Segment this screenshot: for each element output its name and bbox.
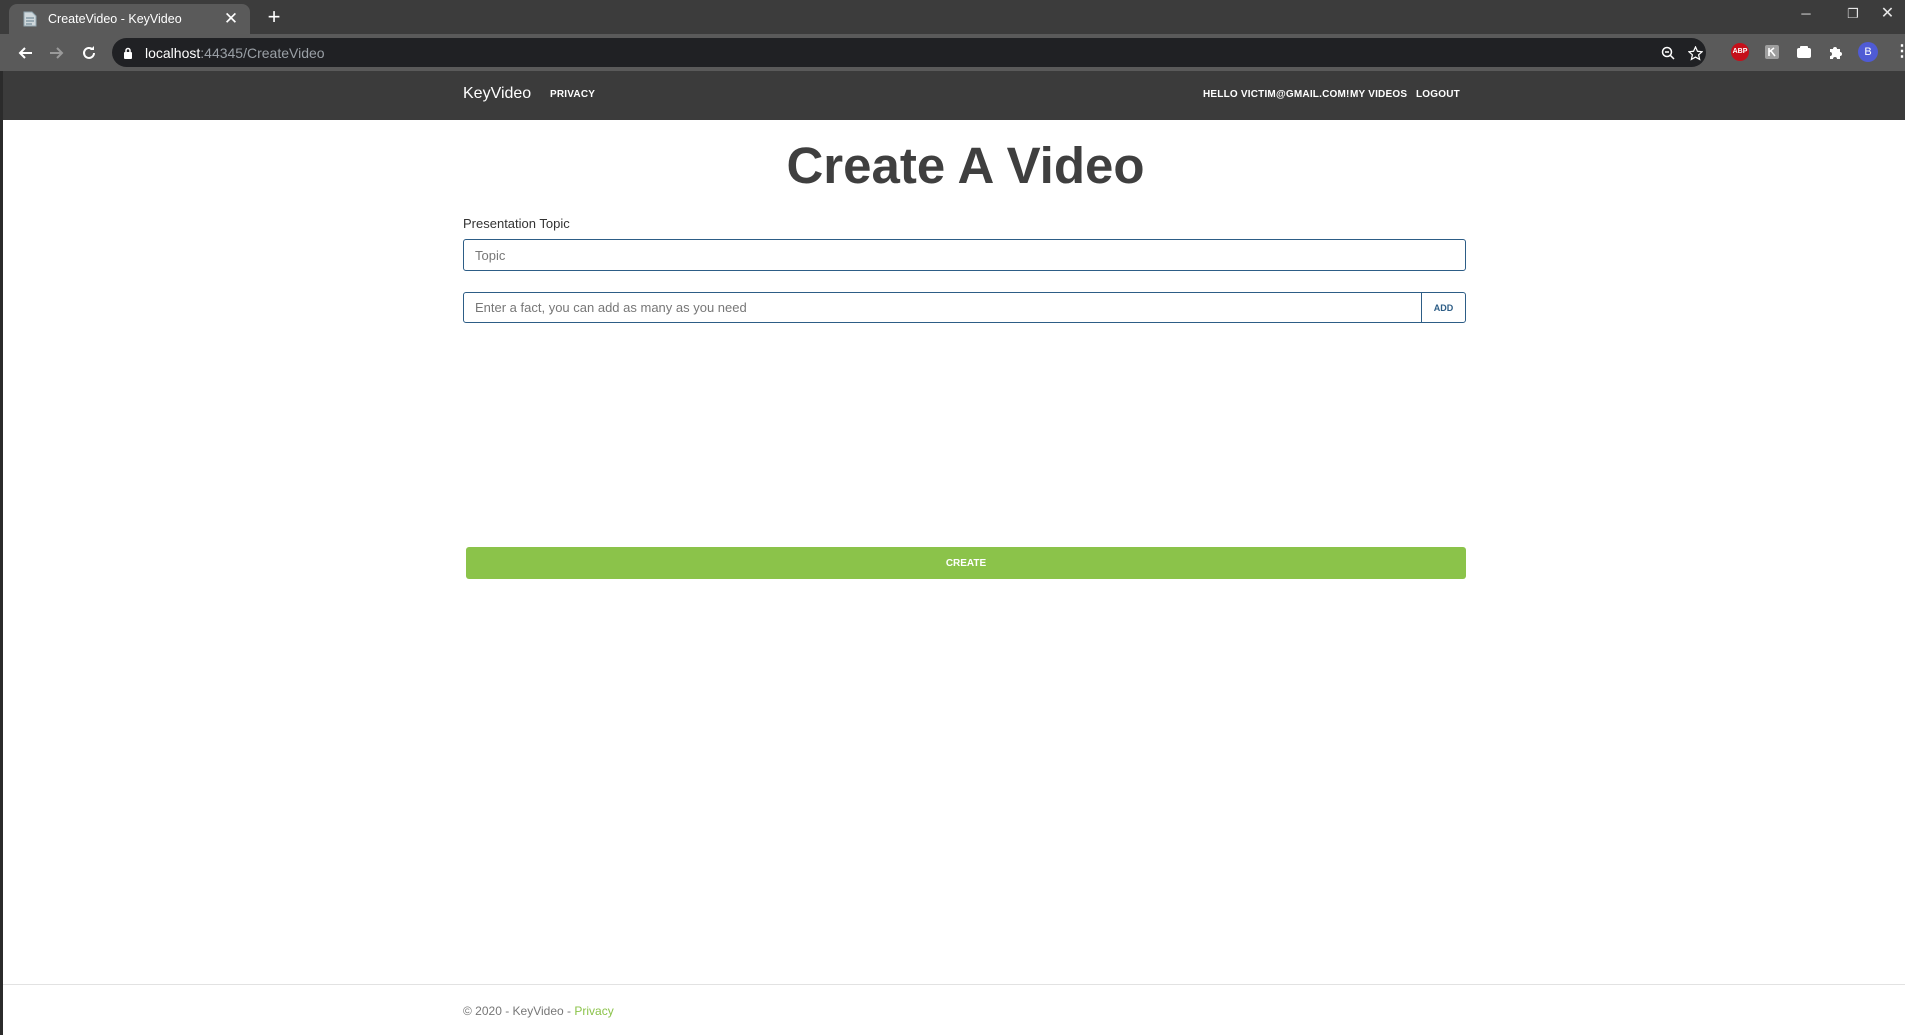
brand-logo[interactable]: KeyVideo — [463, 85, 531, 103]
back-icon[interactable] — [12, 40, 38, 66]
topic-input[interactable]: Topic — [463, 239, 1466, 271]
adblock-extension-icon[interactable]: ABP — [1731, 43, 1749, 61]
window-close-icon[interactable]: ✕ — [1870, 0, 1905, 30]
tab-title: CreateVideo - KeyVideo — [48, 12, 182, 26]
page-title: Create A Video — [786, 137, 1145, 194]
forward-icon[interactable] — [44, 40, 70, 66]
footer-copyright: © 2020 - KeyVideo - — [463, 1004, 575, 1018]
create-button[interactable]: CREATE — [466, 547, 1466, 579]
wallet-extension-icon[interactable] — [1795, 43, 1813, 61]
page-content: KeyVideo PRIVACY HELLO VICTIM@GMAIL.COM!… — [0, 71, 1905, 1035]
browser-tabstrip: CreateVideo - KeyVideo ✕ + ─ ❐ ✕ — [0, 0, 1905, 34]
browser-menu-icon[interactable]: ⋮ — [1894, 43, 1905, 61]
nav-logout-link[interactable]: LOGOUT — [1416, 89, 1460, 100]
bookmark-star-icon[interactable] — [1687, 45, 1703, 61]
nav-my-videos-link[interactable]: MY VIDEOS — [1350, 89, 1407, 100]
extensions-puzzle-icon[interactable] — [1827, 43, 1845, 61]
address-bar[interactable]: localhost:44345/CreateVideo — [112, 38, 1706, 67]
zoom-icon[interactable] — [1660, 45, 1676, 61]
profile-avatar[interactable]: B — [1858, 42, 1878, 62]
browser-toolbar: localhost:44345/CreateVideo ABP B ⋮ — [0, 34, 1905, 71]
new-tab-icon[interactable]: + — [262, 5, 286, 29]
url-text: localhost:44345/CreateVideo — [145, 45, 325, 61]
reload-icon[interactable] — [76, 40, 102, 66]
add-fact-button[interactable]: ADD — [1421, 292, 1466, 323]
browser-tab[interactable]: CreateVideo - KeyVideo ✕ — [9, 4, 250, 34]
fact-input[interactable]: Enter a fact, you can add as many as you… — [463, 292, 1422, 323]
page-icon — [22, 11, 38, 27]
footer-divider — [3, 984, 1905, 985]
fact-placeholder: Enter a fact, you can add as many as you… — [475, 300, 747, 315]
nav-greeting-link[interactable]: HELLO VICTIM@GMAIL.COM! — [1203, 89, 1350, 100]
topic-placeholder: Topic — [475, 247, 506, 263]
site-navbar: KeyVideo PRIVACY HELLO VICTIM@GMAIL.COM!… — [3, 71, 1905, 120]
restore-icon[interactable]: ❐ — [1833, 0, 1873, 30]
topic-label: Presentation Topic — [463, 216, 570, 231]
nav-privacy-link[interactable]: PRIVACY — [550, 89, 595, 100]
tab-close-icon[interactable]: ✕ — [222, 10, 240, 28]
extension-icon[interactable] — [1763, 43, 1781, 61]
minimize-icon[interactable]: ─ — [1786, 0, 1826, 30]
footer-privacy-link[interactable]: Privacy — [574, 1004, 613, 1018]
footer: © 2020 - KeyVideo - Privacy — [463, 1004, 614, 1018]
lock-icon — [123, 46, 133, 64]
